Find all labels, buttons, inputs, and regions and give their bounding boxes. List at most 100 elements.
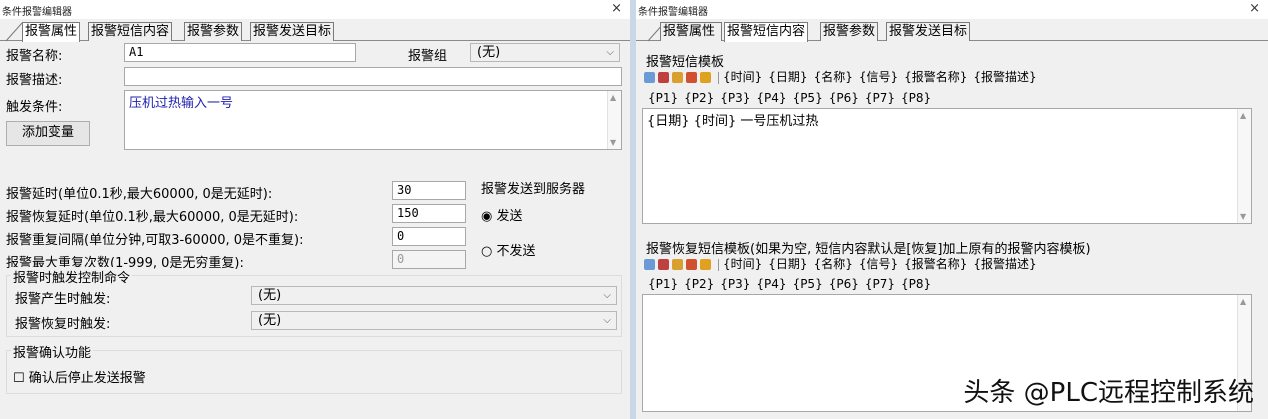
trigger-command-group: 报警时触发控制命令 报警产生时触发: (无) ⌵ 报警恢复时触发: (无) ⌵ (6, 267, 622, 337)
window-title: 条件报警编辑器 (2, 7, 72, 18)
confirm-stop-checkbox[interactable]: ☐ 确认后停止发送报警 (13, 367, 146, 386)
undo-icon[interactable] (686, 72, 697, 83)
on-recover-label: 报警恢复时触发: (15, 317, 111, 332)
alarm-group-label: 报警组 (408, 49, 448, 64)
tab-alarm-params[interactable]: 报警参数 (820, 22, 879, 41)
token-p3[interactable]: {P3} (720, 91, 750, 105)
radio-send[interactable]: ◉ 发送 (481, 205, 523, 224)
token-p7[interactable]: {P7} (865, 277, 895, 291)
trigger-condition-label: 触发条件: (6, 100, 63, 115)
tab-alarm-params[interactable]: 报警参数 (184, 22, 243, 41)
title-bar: 条件报警编辑器 × (636, 0, 1268, 19)
alarm-name-input[interactable]: A1 (124, 43, 356, 62)
server-send-group-label: 报警发送到服务器 (479, 178, 588, 197)
trigger-condition-textarea[interactable]: 压机过热输入一号 ▲ ▼ (124, 90, 622, 150)
token-p5[interactable]: {P5} (793, 91, 823, 105)
token-p8[interactable]: {P8} (901, 277, 931, 291)
paste-icon[interactable] (672, 259, 683, 270)
trigger-command-group-label: 报警时触发控制命令 (11, 267, 133, 286)
token-p3[interactable]: {P3} (720, 277, 750, 291)
token-p5[interactable]: {P5} (793, 277, 823, 291)
scrollbar[interactable]: ▲ ▼ (607, 91, 621, 149)
tab-send-target[interactable]: 报警发送目标 (886, 22, 971, 41)
token-time[interactable]: {时间} (723, 70, 762, 84)
recover-delay-label: 报警恢复延时(单位0.1秒,最大60000, 0是无延时): (6, 210, 299, 225)
scroll-up-icon[interactable]: ▲ (1240, 297, 1246, 306)
chevron-down-icon: ⌵ (603, 290, 611, 301)
copy-icon[interactable] (644, 259, 655, 270)
scroll-down-icon[interactable]: ▼ (610, 138, 616, 147)
sms-param-toolbar: {P1} {P2} {P3} {P4} {P5} {P6} {P7} {P8} (648, 91, 938, 108)
on-recover-value: (无) (258, 313, 282, 328)
alarm-editor-window-left: 条件报警编辑器 × 报警属性 报警短信内容 报警参数 报警发送目标 报警名称: … (0, 0, 630, 419)
confirm-group-label: 报警确认功能 (11, 342, 94, 361)
alarm-desc-label: 报警描述: (6, 73, 63, 88)
scrollbar[interactable]: ▲ ▼ (1237, 109, 1251, 223)
window-title: 条件报警编辑器 (638, 7, 708, 18)
tab-sms-content[interactable]: 报警短信内容 (724, 22, 809, 42)
tab-strip: 报警属性 报警短信内容 报警参数 报警发送目标 (636, 22, 1268, 42)
token-p7[interactable]: {P7} (865, 91, 895, 105)
token-alarm-name[interactable]: {报警名称} (904, 70, 967, 84)
repeat-interval-input[interactable]: 0 (392, 227, 466, 246)
token-p6[interactable]: {P6} (829, 277, 859, 291)
on-alarm-value: (无) (258, 288, 282, 303)
cut-icon[interactable] (658, 259, 669, 270)
token-p2[interactable]: {P2} (684, 91, 714, 105)
redo-icon[interactable] (700, 259, 711, 270)
token-alarm-desc[interactable]: {报警描述} (973, 70, 1036, 84)
token-alarm-desc[interactable]: {报警描述} (973, 257, 1036, 271)
token-name[interactable]: {名称} (814, 70, 853, 84)
token-p4[interactable]: {P4} (756, 91, 786, 105)
chevron-down-icon: ⌵ (603, 315, 611, 326)
token-signal[interactable]: {信号} (859, 70, 898, 84)
cut-icon[interactable] (658, 72, 669, 83)
alarm-group-value: (无) (477, 45, 501, 60)
copy-icon[interactable] (644, 72, 655, 83)
close-icon[interactable]: × (1249, 1, 1260, 16)
close-icon[interactable]: × (611, 1, 622, 16)
token-date[interactable]: {日期} (768, 70, 807, 84)
scroll-up-icon[interactable]: ▲ (1240, 111, 1246, 120)
on-alarm-select[interactable]: (无) ⌵ (251, 286, 617, 305)
radio-send-label: 发送 (496, 209, 523, 224)
token-p8[interactable]: {P8} (901, 91, 931, 105)
redo-icon[interactable] (700, 72, 711, 83)
on-recover-select[interactable]: (无) ⌵ (251, 311, 617, 330)
tab-alarm-properties[interactable]: 报警属性 (22, 22, 81, 42)
radio-no-send[interactable]: ○ 不发送 (481, 240, 536, 259)
scroll-down-icon[interactable]: ▼ (1240, 212, 1246, 221)
token-p1[interactable]: {P1} (648, 277, 678, 291)
tab-send-target[interactable]: 报警发送目标 (250, 22, 335, 41)
token-p6[interactable]: {P6} (829, 91, 859, 105)
alarm-group-select[interactable]: (无) ⌵ (470, 43, 620, 62)
token-p1[interactable]: {P1} (648, 91, 678, 105)
sms-toolbar: {时间} {日期} {名称} {信号} {报警名称} {报警描述} (644, 68, 1043, 85)
watermark: 头条 @PLC远程控制系统 (963, 378, 1254, 408)
on-alarm-label: 报警产生时触发: (15, 292, 111, 307)
token-name[interactable]: {名称} (814, 257, 853, 271)
token-alarm-name[interactable]: {报警名称} (904, 257, 967, 271)
token-date[interactable]: {日期} (768, 257, 807, 271)
undo-icon[interactable] (686, 259, 697, 270)
trigger-condition-text: 压机过热输入一号 (129, 96, 234, 111)
token-time[interactable]: {时间} (723, 257, 762, 271)
recover-param-toolbar: {P1} {P2} {P3} {P4} {P5} {P6} {P7} {P8} (648, 277, 938, 294)
token-p2[interactable]: {P2} (684, 277, 714, 291)
max-repeat-input: 0 (392, 250, 466, 269)
sms-template-text: {日期} {时间} 一号压机过热 (647, 114, 819, 129)
scroll-up-icon[interactable]: ▲ (610, 93, 616, 102)
confirm-group: 报警确认功能 ☐ 确认后停止发送报警 (6, 342, 622, 394)
sms-template-textarea[interactable]: {日期} {时间} 一号压机过热 ▲ ▼ (642, 108, 1252, 224)
add-variable-button[interactable]: 添加变量 (6, 121, 90, 146)
token-signal[interactable]: {信号} (859, 257, 898, 271)
recover-delay-input[interactable]: 150 (392, 204, 466, 223)
confirm-stop-label: 确认后停止发送报警 (28, 371, 146, 386)
alarm-name-label: 报警名称: (6, 49, 63, 64)
paste-icon[interactable] (672, 72, 683, 83)
alarm-delay-input[interactable]: 30 (392, 181, 466, 200)
alarm-desc-input[interactable] (124, 67, 622, 86)
tab-sms-content[interactable]: 报警短信内容 (88, 22, 173, 41)
token-p4[interactable]: {P4} (756, 277, 786, 291)
tab-alarm-properties[interactable]: 报警属性 (660, 22, 722, 41)
